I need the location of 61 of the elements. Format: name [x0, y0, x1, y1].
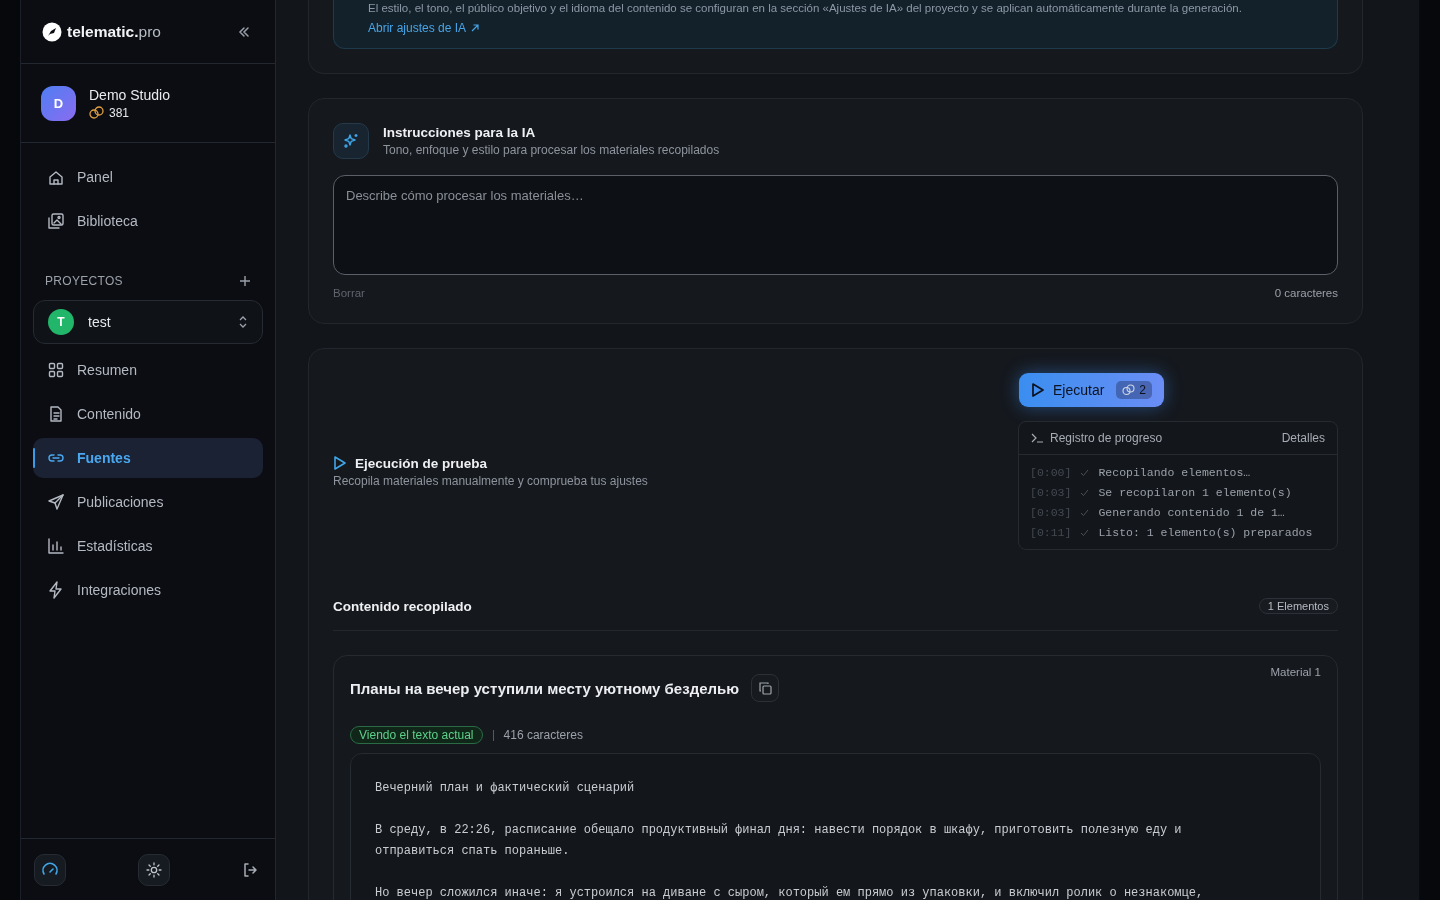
- log-message: Generando contenido 1 de 1…: [1098, 505, 1285, 521]
- settings-link[interactable]: Abrir ajustes de IA: [368, 21, 480, 35]
- account-avatar: D: [41, 85, 76, 121]
- check-icon: [1080, 489, 1090, 497]
- external-link-icon: [471, 24, 480, 32]
- nav-item[interactable]: Estadísticas: [33, 526, 263, 566]
- section-heading: PROYECTOS: [45, 274, 123, 288]
- add-icon[interactable]: [239, 275, 251, 287]
- grid-icon: [46, 360, 66, 380]
- material-paragraph: Вечерний план и фактический сценарий: [375, 780, 636, 797]
- character-count: 416 caracteres: [503, 728, 583, 742]
- details-link[interactable]: Detalles: [1281, 431, 1325, 445]
- material-paragraph: Но вечер сложился иначе: я устроился на диване с сыром, который ем прямо из упаковки, и включил ролик о незнакомце,: [375, 885, 1205, 900]
- check-icon: [1080, 529, 1090, 537]
- run-button[interactable]: Ejecutar 2: [1019, 373, 1165, 407]
- nav-item[interactable]: Contenido: [33, 394, 263, 434]
- log-message: Se recopilaron 1 elemento(s): [1098, 485, 1292, 501]
- log-message: Listo: 1 elemento(s) preparados: [1098, 525, 1313, 541]
- theme-icon[interactable]: [137, 853, 170, 886]
- material-title: Планы на вечер уступили месту уютному безделью: [350, 679, 740, 697]
- section-title: Contenido recopilado: [333, 598, 472, 614]
- coins-icon: [89, 106, 104, 119]
- nav-item[interactable]: Integraciones: [33, 570, 263, 610]
- status-tag: Viendo el texto actual: [350, 726, 483, 744]
- check-icon: [1080, 509, 1090, 517]
- nav-item[interactable]: Fuentes: [33, 438, 263, 478]
- card-subtitle: Tono, enfoque y estilo para procesar los materiales recopilados: [383, 143, 720, 157]
- card-title: Ejecución de prueba: [355, 455, 488, 471]
- project-selector[interactable]: T test: [33, 300, 263, 344]
- material-paragraph: В среду, в 22:26, расписание обещало продуктивный финал дня: навести порядок в шкафу, приготовить полезную еду и отправиться спать пораньше.: [375, 822, 1183, 860]
- card-title: Instrucciones para la IA: [383, 125, 537, 140]
- brand-logo: telematic.pro: [67, 22, 161, 41]
- check-icon: [1080, 469, 1090, 477]
- send-icon: [46, 492, 66, 512]
- play-icon: [333, 455, 347, 471]
- instructions-field[interactable]: Describe cómo procesar los materiales…: [333, 175, 1338, 275]
- character-count: 0 caracteres: [1274, 287, 1338, 299]
- item-count: 1 Elementos: [1258, 598, 1338, 614]
- account-name: Demo Studio: [89, 86, 170, 103]
- nav-item[interactable]: Resumen: [33, 350, 263, 390]
- logo-icon: [42, 21, 62, 42]
- bar-chart-icon: [46, 536, 66, 556]
- coins-icon: [1122, 384, 1136, 396]
- log-title: Registro de progreso: [1050, 431, 1163, 445]
- copy-icon[interactable]: [751, 674, 780, 702]
- sparkle-icon: [333, 123, 369, 159]
- credit-count: 381: [109, 105, 130, 120]
- chevrons-icon: [238, 316, 248, 328]
- images-icon: [46, 211, 66, 231]
- material-label: Material 1: [1270, 666, 1321, 678]
- info-text: El estilo, el tono, el público objetivo y el idioma del contenido se configuran en la sección «Ajustes de IA» del proyecto y se aplican automáticamente durante la generación.: [368, 1, 1243, 16]
- nav-item[interactable]: Publicaciones: [33, 482, 263, 522]
- nav-item[interactable]: Biblioteca: [33, 201, 263, 241]
- terminal-icon: [1031, 433, 1044, 443]
- logout-icon[interactable]: [241, 860, 259, 879]
- log-message: Recopilando elementos…: [1098, 465, 1251, 481]
- play-icon: [1031, 382, 1045, 398]
- speedometer-icon[interactable]: [34, 853, 66, 886]
- nav-item[interactable]: Panel: [33, 157, 263, 197]
- card-subtitle: Recopila materiales manualmente y comprueba tus ajustes: [333, 474, 648, 488]
- double-chevron-icon: [237, 24, 251, 39]
